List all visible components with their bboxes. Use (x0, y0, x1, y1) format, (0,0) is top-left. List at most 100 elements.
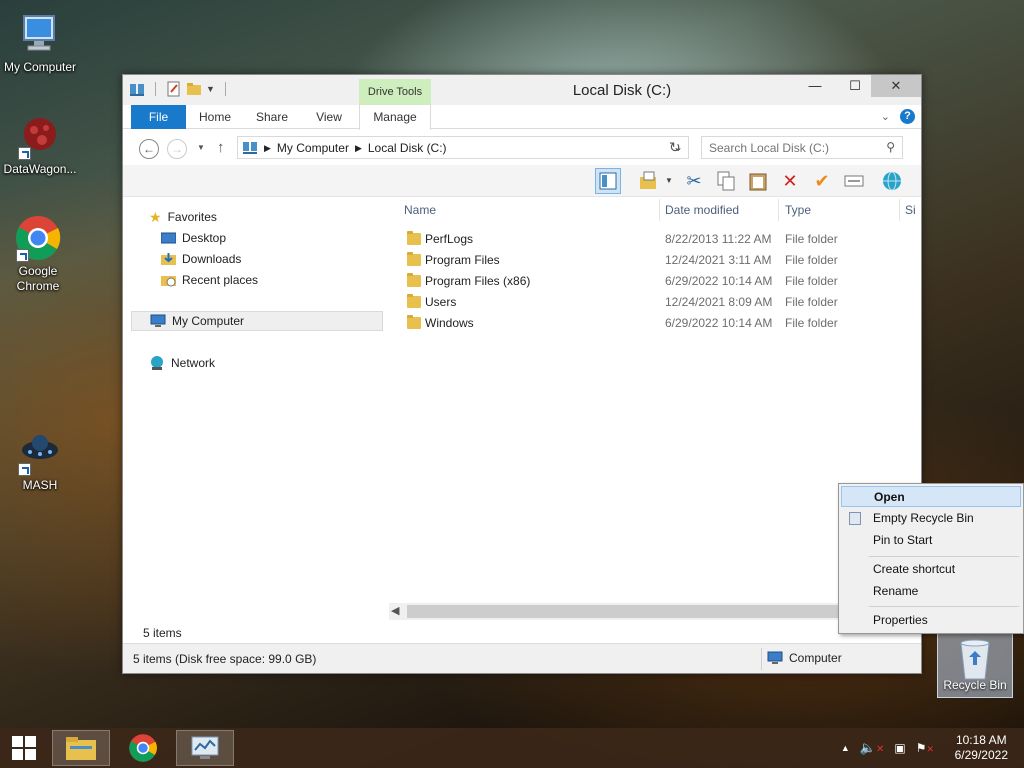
menu-item-create-shortcut[interactable]: Create shortcut (841, 559, 1021, 580)
start-button[interactable] (0, 730, 48, 766)
status-disk-space: 5 items (Disk free space: 99.0 GB) (133, 652, 317, 666)
search-box: ⚲ (701, 136, 903, 159)
expand-ribbon-icon[interactable]: ⌄ (881, 110, 890, 123)
file-type: File folder (785, 316, 838, 330)
nav-favorites[interactable]: ★ Favorites (149, 207, 217, 227)
folder-icon (407, 294, 421, 308)
folder-icon (407, 231, 421, 245)
minimize-button[interactable]: — (801, 75, 829, 97)
explorer-window[interactable]: ▼ Local Disk (C:) — ☐ ✕ Drive Tools File… (122, 74, 922, 674)
file-row[interactable]: PerfLogs 8/22/2013 11:22 AM File folder (395, 229, 915, 250)
nav-desktop[interactable]: Desktop (161, 228, 226, 248)
shortcut-arrow-icon (16, 249, 29, 262)
file-date: 12/24/2021 8:09 AM (665, 295, 773, 309)
folder-icon (407, 315, 421, 329)
file-type: File folder (785, 253, 838, 267)
rename-icon[interactable] (841, 168, 867, 194)
file-row[interactable]: Windows 6/29/2022 10:14 AM File folder (395, 313, 915, 334)
tab-manage[interactable]: Manage (359, 105, 431, 130)
menu-divider (869, 556, 1019, 557)
scroll-left-icon[interactable]: ◀ (391, 604, 399, 617)
network-globe-icon[interactable] (879, 168, 905, 194)
monitor-chart-icon (191, 736, 219, 759)
back-button[interactable]: ← (139, 139, 159, 159)
file-date: 6/29/2022 10:14 AM (665, 316, 773, 330)
nav-recent-places[interactable]: Recent places (161, 270, 258, 290)
chevron-down-icon[interactable]: ▼ (665, 176, 673, 185)
taskbar-performance-monitor[interactable] (176, 730, 234, 766)
column-header-type[interactable]: Type (785, 203, 811, 217)
tab-file[interactable]: File (131, 105, 186, 129)
file-name: PerfLogs (425, 232, 474, 246)
breadcrumb-local-disk[interactable]: Local Disk (C:) (368, 141, 447, 155)
address-row: ← → ▼ ↑ ▶ My Computer ▶ Local Disk (C:) … (123, 131, 921, 165)
recycle-bin-icon (849, 512, 861, 525)
column-header-size[interactable]: Si (905, 203, 915, 217)
file-row[interactable]: Program Files 12/24/2021 3:11 AM File fo… (395, 250, 915, 271)
computer-icon (767, 651, 783, 664)
copy-icon[interactable] (713, 168, 739, 194)
file-date: 8/22/2013 11:22 AM (665, 232, 772, 246)
file-name: Program Files (425, 253, 500, 267)
tab-share[interactable]: Share (249, 105, 295, 129)
desktop-icon-datawagon[interactable]: DataWagon... (0, 112, 80, 177)
nav-network[interactable]: Network (149, 353, 215, 373)
nav-item-label: My Computer (172, 314, 245, 328)
column-divider[interactable] (659, 199, 660, 221)
computer-icon (150, 314, 166, 327)
desktop-icon-my-computer[interactable]: My Computer (0, 10, 80, 75)
help-button[interactable]: ? (900, 109, 915, 124)
column-header-name[interactable]: Name (404, 203, 436, 217)
maximize-button[interactable]: ☐ (841, 75, 869, 97)
tab-home[interactable]: Home (193, 105, 237, 129)
column-divider[interactable] (778, 199, 779, 221)
menu-item-properties[interactable]: Properties (841, 610, 1021, 631)
clock-date: 6/29/2022 (954, 748, 1008, 762)
paste-icon[interactable] (745, 168, 771, 194)
recent-places-icon (161, 276, 176, 287)
menu-item-rename[interactable]: Rename (841, 581, 1021, 602)
speaker-muted-icon[interactable]: 🔈✕ (860, 740, 885, 756)
up-button[interactable]: ↑ (217, 139, 225, 156)
search-input[interactable] (702, 137, 872, 158)
datawagon-icon (16, 112, 64, 160)
column-divider[interactable] (899, 199, 900, 221)
show-hidden-icons-button[interactable]: ▲ (841, 743, 850, 753)
network-icon[interactable]: ▣ (894, 741, 905, 755)
menu-item-empty-recycle-bin[interactable]: Empty Recycle Bin (841, 508, 1021, 529)
refresh-icon[interactable]: ↻ (669, 139, 681, 156)
menu-item-open[interactable]: Open (841, 486, 1021, 507)
file-row[interactable]: Program Files (x86) 6/29/2022 10:14 AM F… (395, 271, 915, 292)
breadcrumb-my-computer[interactable]: My Computer (277, 141, 349, 155)
tab-view[interactable]: View (307, 105, 351, 129)
clock[interactable]: 10:18 AM 6/29/2022 (955, 733, 1008, 763)
menu-item-pin-to-start[interactable]: Pin to Start (841, 530, 1021, 551)
delete-icon[interactable]: ✕ (777, 168, 803, 194)
cut-icon[interactable]: ✂ (681, 168, 707, 194)
close-button[interactable]: ✕ (871, 75, 921, 97)
taskbar-chrome[interactable] (114, 730, 172, 766)
address-bar[interactable]: ▶ My Computer ▶ Local Disk (C:) ⌄ (237, 136, 689, 159)
nav-downloads[interactable]: Downloads (161, 249, 241, 269)
desktop-icon-chrome[interactable]: Google Chrome (0, 214, 78, 294)
search-icon[interactable]: ⚲ (886, 140, 895, 154)
scrollbar-thumb[interactable] (407, 605, 907, 618)
file-row[interactable]: Users 12/24/2021 8:09 AM File folder (395, 292, 915, 313)
desktop-icon-label: Google Chrome (16, 264, 60, 293)
recent-locations-icon[interactable]: ▼ (197, 143, 205, 152)
preview-pane-icon[interactable] (595, 168, 621, 194)
taskbar-file-explorer[interactable] (52, 730, 110, 766)
desktop-icon-recycle-bin[interactable]: Recycle Bin (937, 632, 1013, 698)
file-type: File folder (785, 232, 838, 246)
column-header-date[interactable]: Date modified (665, 203, 739, 217)
checkmark-icon[interactable]: ✔ (809, 168, 835, 194)
forward-button[interactable]: → (167, 139, 187, 159)
action-center-flag-icon[interactable]: ⚑✕ (916, 741, 934, 755)
title-bar[interactable]: ▼ Local Disk (C:) — ☐ ✕ (123, 75, 921, 105)
desktop-icon-mash[interactable]: MASH (0, 428, 80, 493)
recycle-bin-icon (960, 639, 990, 680)
file-date: 6/29/2022 10:14 AM (665, 274, 773, 288)
folder-options-icon[interactable] (635, 168, 661, 194)
desktop-icon-label: My Computer (3, 60, 77, 74)
nav-my-computer[interactable]: My Computer (131, 311, 383, 331)
